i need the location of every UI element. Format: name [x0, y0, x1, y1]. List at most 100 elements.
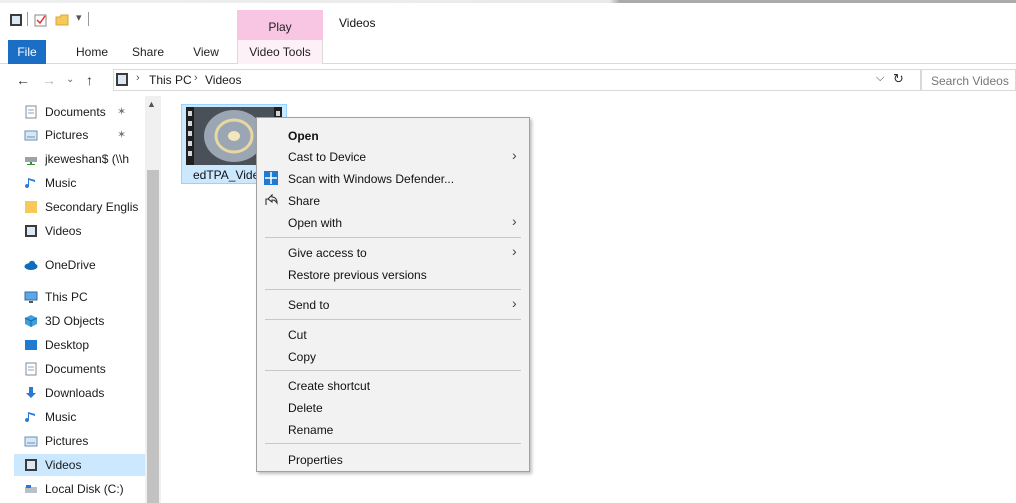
windows-defender-icon	[264, 171, 278, 185]
submenu-arrow-icon: ›	[512, 295, 517, 311]
nav-item-label: Music	[45, 176, 77, 190]
menu-item-cut[interactable]: Cut	[257, 323, 529, 345]
tab-video-tools[interactable]: Video Tools	[237, 40, 323, 64]
menu-item-open-with[interactable]: Open with ›	[257, 211, 529, 233]
menu-item-label: Restore previous versions	[288, 268, 427, 282]
nav-item-network-drive[interactable]: jkeweshan$ (\\h	[14, 148, 145, 170]
tab-share[interactable]: Share	[126, 40, 170, 64]
nav-item-label: Documents	[45, 105, 106, 119]
nav-item-label: OneDrive	[45, 258, 96, 272]
nav-item-label: 3D Objects	[45, 314, 105, 328]
menu-item-properties[interactable]: Properties	[257, 448, 529, 470]
nav-item-videos-quick[interactable]: Videos	[14, 220, 145, 242]
music-icon	[25, 412, 35, 423]
nav-item-music[interactable]: Music	[14, 406, 145, 428]
menu-separator	[265, 289, 521, 290]
tab-file[interactable]: File	[8, 40, 46, 64]
tab-view[interactable]: View	[184, 40, 228, 64]
nav-item-documents-pinned[interactable]: Documents ✶	[14, 101, 145, 123]
nav-item-pictures[interactable]: Pictures	[14, 430, 145, 452]
this-pc-icon	[24, 291, 38, 303]
video-folder-app-icon	[10, 14, 22, 26]
nav-item-label: Videos	[45, 224, 82, 238]
menu-item-cast-to-device[interactable]: Cast to Device ›	[257, 145, 529, 167]
nav-item-pictures-pinned[interactable]: Pictures ✶	[14, 124, 145, 146]
downloads-icon	[26, 387, 36, 398]
back-arrow-icon[interactable]: ←	[16, 72, 30, 88]
tab-home[interactable]: Home	[70, 40, 114, 64]
nav-item-3d-objects[interactable]: 3D Objects	[14, 310, 145, 332]
file-name-label: edTPA_Vide	[193, 168, 260, 182]
menu-item-label: Send to	[288, 298, 330, 312]
menu-item-rename[interactable]: Rename	[257, 418, 529, 440]
nav-item-secondary-english[interactable]: Secondary Englis	[14, 196, 145, 218]
nav-item-onedrive[interactable]: OneDrive	[14, 254, 145, 276]
play-context-label: Play	[268, 20, 292, 34]
nav-item-local-disk[interactable]: Local Disk (C:)	[14, 478, 145, 500]
nav-item-label: Pictures	[45, 434, 89, 448]
pictures-icon	[24, 436, 38, 447]
title-bar	[0, 0, 1016, 38]
window-title: Videos	[339, 16, 376, 30]
nav-item-this-pc[interactable]: This PC	[14, 286, 145, 308]
address-dropdown-icon[interactable]: ⌵	[876, 72, 884, 85]
scroll-up-icon[interactable]: ▲	[147, 99, 156, 109]
menu-item-label: Copy	[288, 350, 317, 364]
menu-separator	[265, 319, 521, 320]
menu-separator	[265, 443, 521, 444]
properties-icon[interactable]	[34, 13, 48, 27]
menu-item-send-to[interactable]: Send to ›	[257, 293, 529, 315]
ribbon-tab-bar: File Home Share View Video Tools	[0, 40, 1016, 64]
menu-item-label: Share	[288, 194, 321, 208]
nav-item-documents[interactable]: Documents	[14, 358, 145, 380]
new-folder-icon[interactable]	[55, 13, 69, 27]
menu-item-open[interactable]: Open	[257, 124, 529, 146]
breadcrumb-videos[interactable]: Videos	[205, 73, 241, 87]
videos-icon	[25, 225, 37, 237]
pin-icon[interactable]: ✶	[117, 128, 126, 141]
menu-item-give-access[interactable]: Give access to ›	[257, 241, 529, 263]
menu-item-scan-defender[interactable]: Scan with Windows Defender...	[257, 167, 529, 189]
pictures-icon	[24, 130, 38, 141]
customize-quick-access-icon[interactable]: ▾	[76, 11, 82, 24]
recent-locations-chevron-icon[interactable]: ⌄	[66, 74, 74, 85]
submenu-arrow-icon: ›	[512, 243, 517, 259]
nav-item-label: Videos	[45, 458, 82, 472]
nav-item-music-quick[interactable]: Music	[14, 172, 145, 194]
up-arrow-icon[interactable]: ↑	[86, 72, 93, 88]
menu-item-share[interactable]: Share	[257, 189, 529, 211]
nav-item-downloads[interactable]: Downloads	[14, 382, 145, 404]
menu-item-label: Open with	[288, 216, 343, 230]
nav-item-label: Secondary Englis	[45, 200, 139, 214]
folder-icon	[25, 201, 37, 213]
nav-scrollbar-thumb[interactable]	[147, 170, 159, 503]
pin-icon[interactable]: ✶	[117, 105, 126, 118]
menu-item-delete[interactable]: Delete	[257, 396, 529, 418]
videos-location-icon	[116, 73, 128, 86]
submenu-arrow-icon: ›	[512, 213, 517, 229]
nav-item-label: Desktop	[45, 338, 90, 352]
menu-item-restore-versions[interactable]: Restore previous versions	[257, 263, 529, 285]
forward-arrow-icon[interactable]: →	[42, 72, 56, 88]
menu-item-label: Give access to	[288, 246, 367, 260]
breadcrumb-separator-icon[interactable]: ›	[136, 72, 140, 84]
documents-icon	[25, 105, 37, 119]
menu-separator	[265, 370, 521, 371]
nav-item-label: Documents	[45, 362, 106, 376]
documents-icon	[25, 362, 37, 376]
submenu-arrow-icon: ›	[512, 147, 517, 163]
nav-item-label: jkeweshan$ (\\h	[45, 152, 130, 166]
menu-item-label: Scan with Windows Defender...	[288, 172, 455, 186]
nav-item-videos-selected[interactable]: Videos	[14, 454, 145, 476]
breadcrumb-this-pc[interactable]: This PC	[149, 73, 192, 87]
refresh-icon[interactable]: ↻	[893, 71, 904, 87]
menu-item-create-shortcut[interactable]: Create shortcut	[257, 374, 529, 396]
menu-item-label: Create shortcut	[288, 379, 371, 393]
menu-item-copy[interactable]: Copy	[257, 345, 529, 367]
breadcrumb-separator-icon[interactable]: ›	[194, 72, 198, 84]
network-drive-icon	[25, 157, 37, 165]
nav-item-desktop[interactable]: Desktop	[14, 334, 145, 356]
videos-icon	[25, 459, 37, 471]
menu-item-label: Open	[288, 129, 319, 143]
quick-access-separator	[27, 12, 28, 26]
